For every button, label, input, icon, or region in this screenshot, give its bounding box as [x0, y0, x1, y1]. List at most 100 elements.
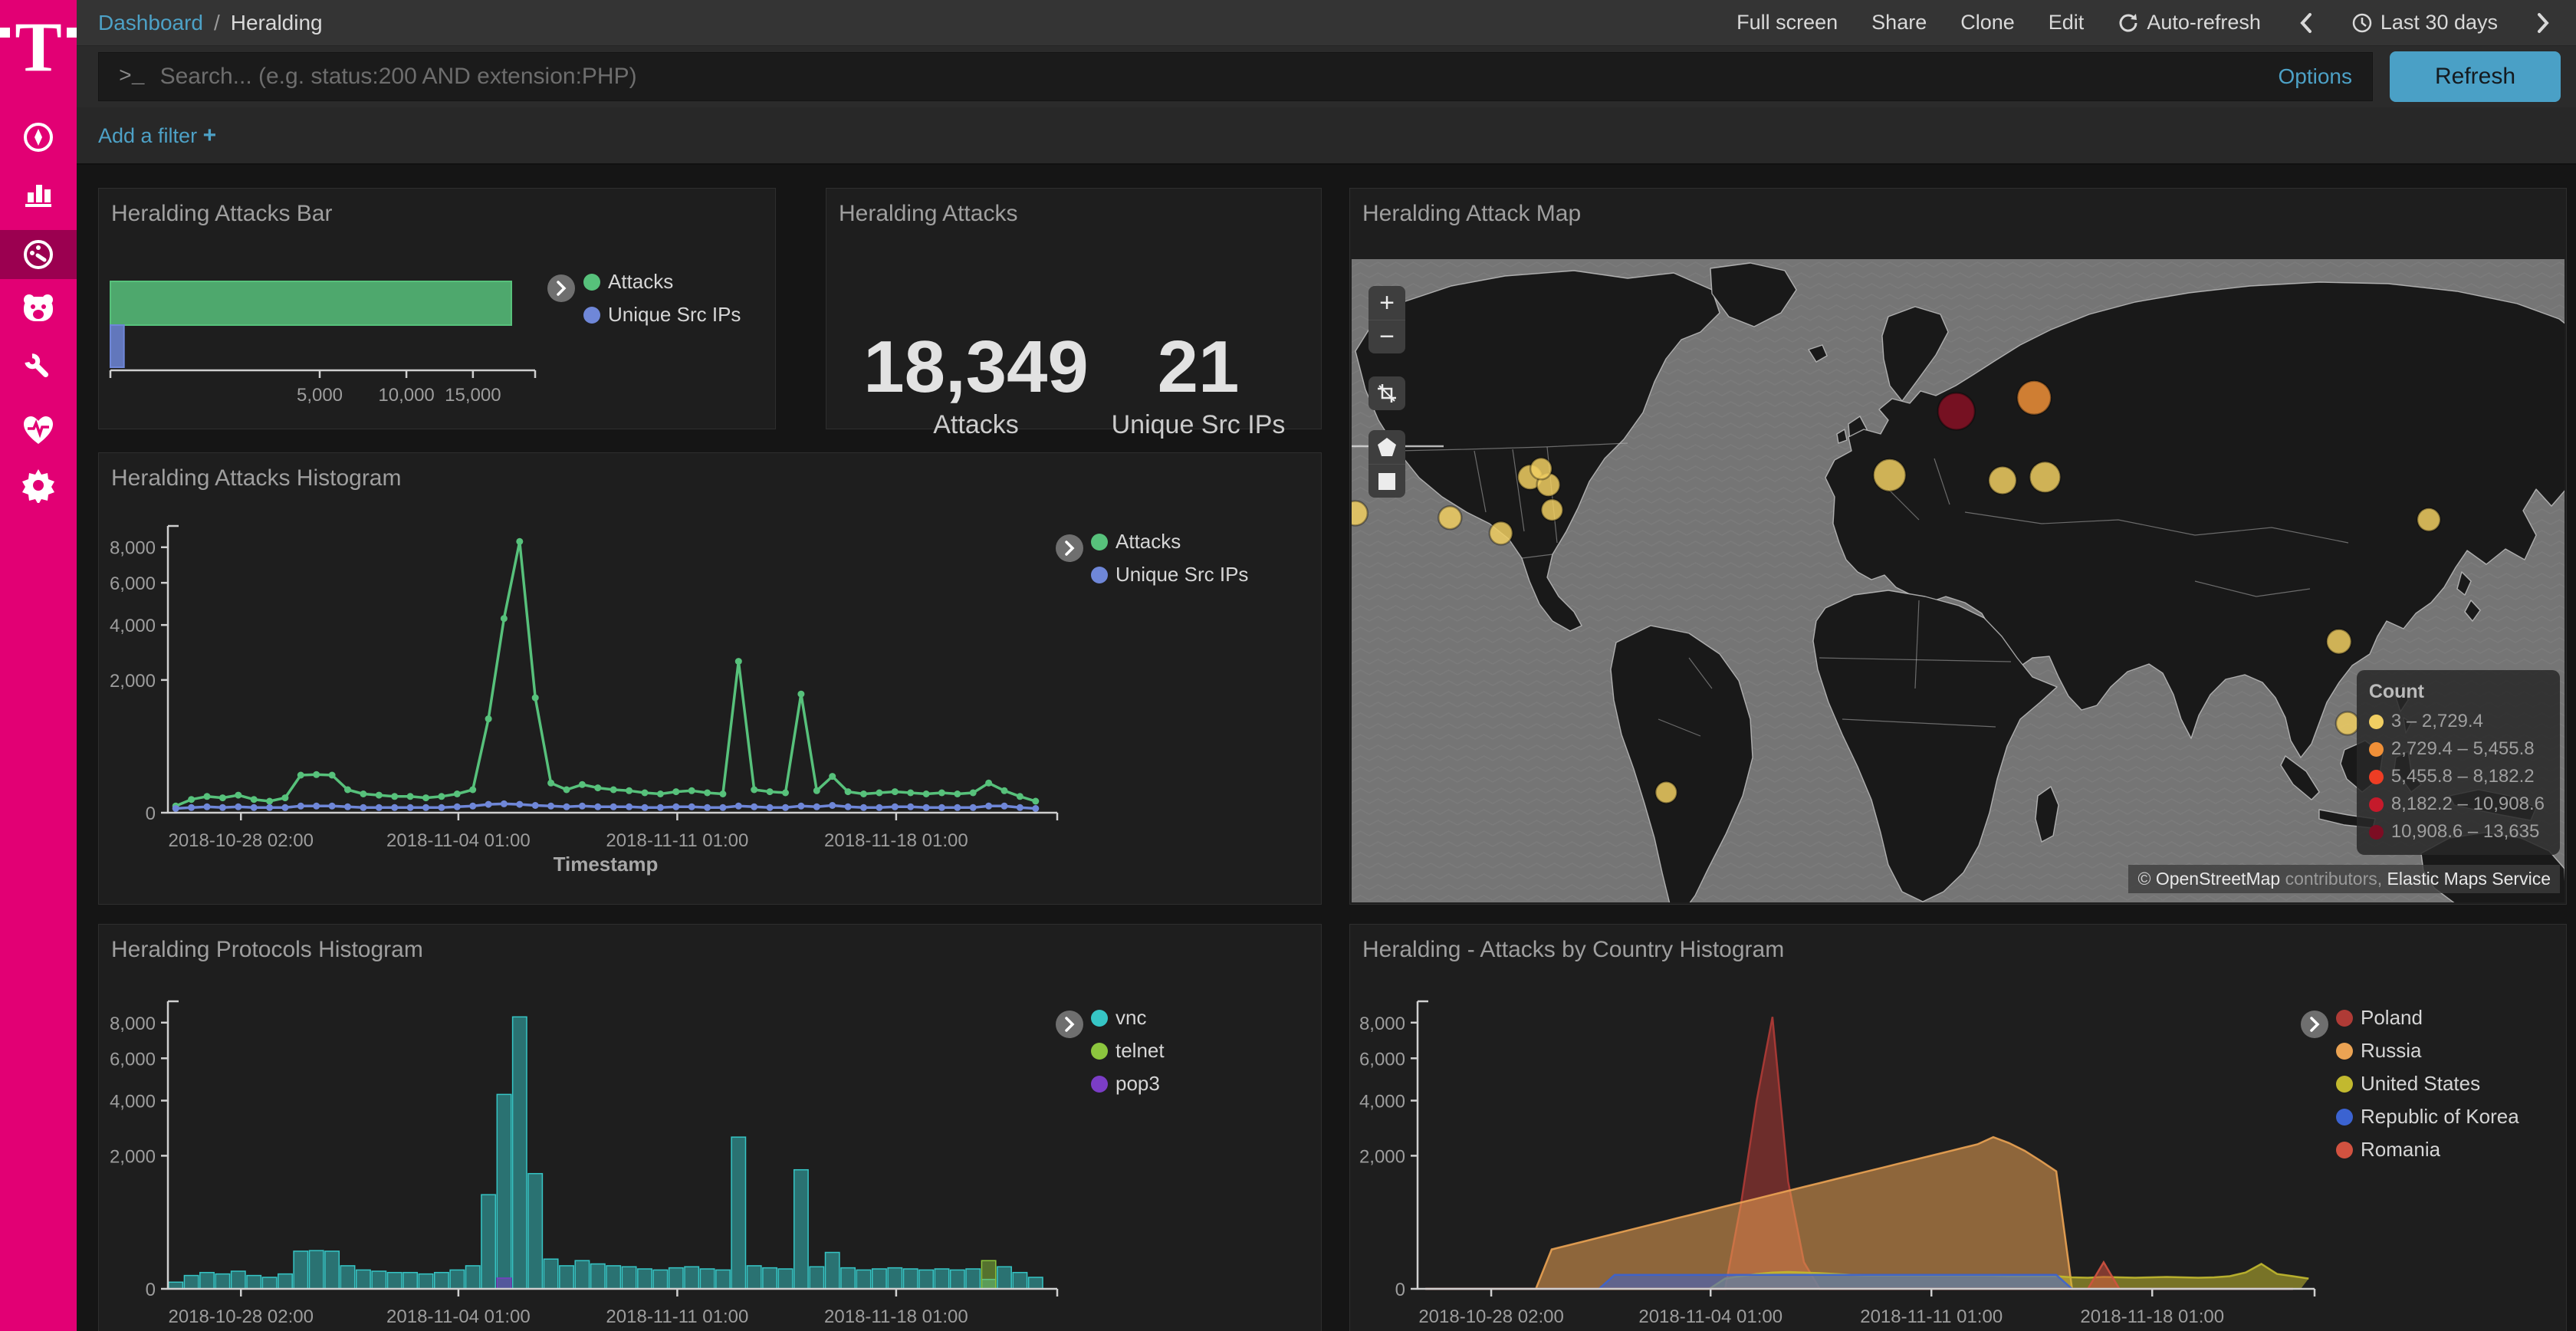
attack-source-bubble — [1541, 499, 1562, 521]
zoom-out-button[interactable]: − — [1368, 320, 1405, 353]
legend-item-attacks[interactable]: Attacks — [583, 270, 741, 294]
legend-item-telnet[interactable]: telnet — [1091, 1039, 1165, 1063]
legend-toggle-button[interactable] — [1056, 1011, 1083, 1038]
attacks-histogram-chart[interactable]: 02,0004,0006,0008,0002018-10-28 02:00201… — [99, 453, 1322, 905]
legend-item-unique-src-ips[interactable]: Unique Src IPs — [1091, 563, 1248, 587]
svg-text:2018-11-18 01:00: 2018-11-18 01:00 — [824, 830, 968, 851]
svg-text:2018-11-18 01:00: 2018-11-18 01:00 — [2080, 1306, 2224, 1327]
sidebar-item-tpot[interactable] — [0, 284, 77, 333]
fit-bounds-button[interactable] — [1368, 376, 1405, 410]
app-sidebar: T — [0, 0, 77, 1331]
legend-item-vnc[interactable]: vnc — [1091, 1006, 1165, 1030]
sidebar-item-dashboard[interactable] — [0, 230, 77, 279]
legend-toggle-button[interactable] — [1056, 534, 1083, 562]
svg-text:2018-11-11 01:00: 2018-11-11 01:00 — [606, 830, 748, 851]
svg-text:4,000: 4,000 — [1359, 1091, 1405, 1112]
clock-icon — [2351, 12, 2373, 34]
panel-title[interactable]: Heralding Attacks — [839, 201, 1017, 227]
chart-legend: Poland Russia United States Republic of … — [2336, 1006, 2519, 1162]
svg-text:2,000: 2,000 — [1359, 1146, 1405, 1167]
map-fit-control — [1368, 376, 1405, 410]
time-range-picker[interactable]: Last 30 days — [2351, 11, 2498, 35]
elastic-maps-service-link[interactable]: Elastic Maps Service — [2387, 869, 2551, 889]
legend-dot — [2336, 1142, 2353, 1158]
svg-text:8,000: 8,000 — [110, 1014, 156, 1034]
svg-text:2018-11-04 01:00: 2018-11-04 01:00 — [386, 830, 531, 851]
chevron-right-icon — [1063, 1016, 1076, 1033]
breadcrumb-page-title: Heralding — [231, 11, 323, 35]
draw-rectangle-button[interactable] — [1368, 464, 1405, 498]
legend-dot — [2336, 1043, 2353, 1060]
legend-toggle-button[interactable] — [547, 274, 575, 302]
legend-item-russia[interactable]: Russia — [2336, 1039, 2519, 1063]
legend-item-poland[interactable]: Poland — [2336, 1006, 2519, 1030]
sidebar-item-dev-tools[interactable] — [0, 343, 77, 392]
panel-attacks-bar: Heralding Attacks Bar 5,00010,00015,000 … — [98, 188, 776, 429]
crop-icon — [1377, 383, 1397, 403]
metric-label: Unique Src IPs — [1079, 410, 1317, 440]
chart-legend: Attacks Unique Src IPs — [1091, 530, 1248, 587]
attack-source-bubble — [1530, 458, 1552, 479]
legend-item-republic-of-korea[interactable]: Republic of Korea — [2336, 1105, 2519, 1129]
legend-item-romania[interactable]: Romania — [2336, 1138, 2519, 1162]
t-logo-letter: T — [15, 17, 61, 77]
legend-toggle-button[interactable] — [2301, 1011, 2328, 1038]
svg-text:0: 0 — [146, 804, 156, 824]
legend-item-pop3[interactable]: pop3 — [1091, 1072, 1165, 1096]
legend-dot — [583, 307, 600, 324]
sidebar-item-management[interactable] — [0, 461, 77, 510]
draw-polygon-button[interactable] — [1368, 430, 1405, 464]
legend-item-unique-src-ips[interactable]: Unique Src IPs — [583, 303, 741, 327]
clone-button[interactable]: Clone — [1960, 11, 2015, 35]
bear-icon — [20, 291, 57, 326]
svg-text:4,000: 4,000 — [110, 1091, 156, 1112]
legend-dot — [583, 274, 600, 291]
square-icon — [1377, 472, 1397, 491]
legend-item-united-states[interactable]: United States — [2336, 1072, 2519, 1096]
protocols-histogram-chart[interactable]: 02,0004,0006,0008,0002018-10-28 02:00201… — [99, 925, 1322, 1331]
share-button[interactable]: Share — [1871, 11, 1927, 35]
compass-icon — [21, 120, 56, 155]
chevron-left-icon — [2298, 12, 2315, 35]
svg-text:Timestamp: Timestamp — [554, 853, 659, 876]
edit-button[interactable]: Edit — [2049, 11, 2085, 35]
panel-attacks-metric: Heralding Attacks 18,349 Attacks 21 Uniq… — [826, 188, 1322, 429]
legend-item: 10,908.6 – 13,635 — [2369, 821, 2545, 843]
plus-icon: + — [203, 123, 217, 148]
zoom-in-button[interactable]: + — [1368, 286, 1405, 320]
legend-dot — [1091, 1076, 1108, 1093]
full-screen-button[interactable]: Full screen — [1737, 11, 1838, 35]
time-forward-button[interactable] — [2532, 12, 2555, 35]
legend-dot — [2369, 770, 2384, 784]
metric-unique-src-ips: 21 Unique Src IPs — [1079, 330, 1317, 440]
time-back-button[interactable] — [2295, 12, 2318, 35]
legend-dot — [2369, 797, 2384, 812]
attack-source-bubble — [2327, 629, 2351, 654]
svg-text:2018-11-11 01:00: 2018-11-11 01:00 — [606, 1306, 748, 1327]
options-link[interactable]: Options — [2279, 64, 2353, 89]
attack-source-bubble — [1874, 459, 1906, 491]
breadcrumb-dashboard-link[interactable]: Dashboard — [98, 11, 203, 35]
refresh-button[interactable]: Refresh — [2390, 51, 2561, 102]
breadcrumb: Dashboard / Heralding — [98, 11, 323, 35]
auto-refresh-button[interactable]: Auto-refresh — [2118, 11, 2261, 35]
svg-text:6,000: 6,000 — [1359, 1049, 1405, 1070]
chevron-right-icon — [2535, 12, 2551, 35]
panel-protocols-histogram: Heralding Protocols Histogram 02,0004,00… — [98, 924, 1322, 1331]
dashboard-grid: Heralding Attacks Bar 5,00010,00015,000 … — [77, 165, 2576, 1331]
search-box[interactable]: >_ Options — [98, 52, 2373, 101]
attack-source-bubble — [1438, 506, 1461, 529]
world-map[interactable]: + − — [1352, 259, 2564, 902]
panel-title[interactable]: Heralding Attack Map — [1362, 201, 1581, 227]
add-filter-link[interactable]: Add a filter + — [98, 123, 216, 149]
sidebar-item-visualize[interactable] — [0, 167, 77, 216]
sidebar-item-discover[interactable] — [0, 113, 77, 162]
panel-attacks-histogram: Heralding Attacks Histogram 02,0004,0006… — [98, 452, 1322, 905]
legend-item-attacks[interactable]: Attacks — [1091, 530, 1248, 554]
openstreetmap-link[interactable]: OpenStreetMap — [2156, 869, 2280, 889]
chart-legend: Attacks Unique Src IPs — [583, 270, 741, 327]
panel-attack-map: Heralding Attack Map — [1349, 188, 2567, 905]
sidebar-item-monitoring[interactable] — [0, 405, 77, 454]
search-input[interactable] — [160, 64, 2263, 90]
t-mobile-logo[interactable]: T — [0, 17, 77, 86]
